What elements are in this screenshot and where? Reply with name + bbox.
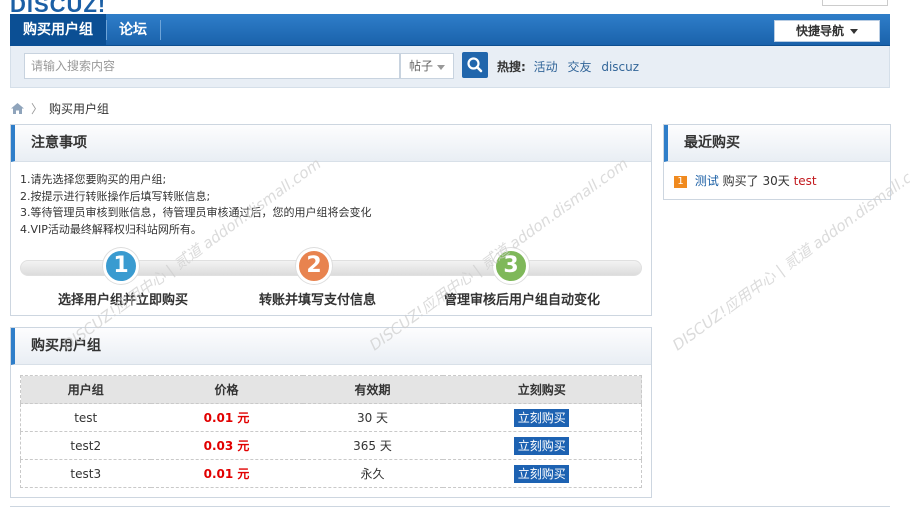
rank-badge: 1 (674, 176, 687, 188)
buy-now-button[interactable]: 立刻购买 (514, 436, 570, 455)
search-type-select[interactable]: 帖子 (400, 53, 454, 79)
group-name: test (20, 403, 151, 432)
column-header: 有效期 (302, 375, 443, 404)
buy-cell: 立刻购买 (442, 431, 642, 460)
recent-purchase-title: 最近购买 (664, 125, 890, 162)
column-header: 立刻购买 (442, 375, 642, 404)
notice-line: 2.按提示进行转账操作后填写转账信息; (20, 189, 211, 203)
notice-line: 1.请先选择您要购买的用户组; (20, 173, 167, 186)
group-period: 永久 (302, 459, 443, 488)
table-row: test 0.01 元 30 天 立刻购买 (20, 403, 642, 432)
group-price: 0.01 元 (150, 403, 303, 432)
step-2-label: 转账并填写支付信息 (259, 293, 377, 308)
step-3-badge: 3 (493, 248, 529, 284)
search-icon (467, 57, 483, 73)
step-1-badge: 1 (103, 248, 139, 284)
hot-search-label: 热搜: (497, 60, 526, 74)
home-icon[interactable] (10, 102, 25, 115)
search-bar: 帖子 热搜: 活动 交友 discuz (10, 46, 890, 88)
notice-title: 注意事项 (11, 125, 651, 162)
hot-link[interactable]: 交友 (567, 60, 591, 74)
top-strip: DISCUZ! (0, 0, 910, 17)
notice-line: 3.等待管理员审核到账信息，待管理员审核通过后，您的用户组将会变化 (20, 206, 372, 219)
column-header: 价格 (150, 375, 303, 404)
group-period: 365 天 (302, 431, 443, 460)
step-1-label: 选择用户组并立即购买 (58, 293, 189, 308)
table-header-row: 用户组 价格 有效期 立刻购买 (20, 375, 642, 404)
recent-list: 1 测试 购买了 30天 test (664, 162, 890, 189)
top-right-control[interactable] (822, 0, 888, 6)
hot-link[interactable]: discuz (601, 60, 639, 74)
group-period: 30 天 (302, 403, 443, 432)
buyer-link[interactable]: 测试 (695, 174, 719, 188)
group-name: test3 (20, 459, 151, 488)
search-input[interactable] (24, 53, 400, 79)
table-row: test2 0.03 元 365 天 立刻购买 (20, 431, 642, 460)
footer-divider (10, 506, 890, 507)
notice-line: 4.VIP活动最终解释权归科站网所有。 (20, 222, 202, 236)
main-navbar: 购买用户组 论坛 快捷导航 (10, 14, 890, 46)
breadcrumb-separator-icon: 〉 (31, 101, 44, 116)
quick-nav-label: 快捷导航 (795, 24, 844, 38)
buy-cell: 立刻购买 (442, 459, 642, 488)
hot-search: 热搜: 活动 交友 discuz (497, 58, 645, 75)
buy-cell: 立刻购买 (442, 403, 642, 432)
chevron-down-icon (437, 65, 445, 70)
breadcrumb-current: 购买用户组 (49, 101, 110, 116)
group-name: test2 (20, 431, 151, 460)
quick-nav-button[interactable]: 快捷导航 (774, 20, 880, 42)
notice-list: 1.请先选择您要购买的用户组; 2.按提示进行转账操作后填写转账信息; 3.等待… (11, 162, 651, 238)
purchase-steps: 1 2 3 选择用户组并立即购买 转账并填写支付信息 管理审核后用户组自动变化 (11, 248, 651, 308)
breadcrumb: 〉 购买用户组 (10, 100, 109, 116)
chevron-down-icon (850, 29, 858, 34)
buy-now-button[interactable]: 立刻购买 (514, 408, 570, 427)
list-item: 1 测试 购买了 30天 test (674, 172, 890, 189)
nav-buy-usergroup[interactable]: 购买用户组 (10, 14, 106, 46)
notice-panel: 注意事项 1.请先选择您要购买的用户组; 2.按提示进行转账操作后填写转账信息;… (10, 124, 652, 316)
search-type-label: 帖子 (409, 59, 434, 73)
search-button[interactable] (462, 52, 488, 78)
buy-now-button[interactable]: 立刻购买 (514, 464, 570, 483)
nav-divider (160, 20, 161, 40)
usergroup-table: 用户组 价格 有效期 立刻购买 test 0.01 元 30 天 立刻购买 te… (20, 375, 642, 488)
step-2-badge: 2 (296, 248, 332, 284)
table-row: test3 0.01 元 永久 立刻购买 (20, 459, 642, 488)
buy-group-title: 购买用户组 (11, 328, 651, 365)
nav-forum[interactable]: 论坛 (107, 14, 159, 46)
group-price: 0.03 元 (150, 431, 303, 460)
group-price: 0.01 元 (150, 459, 303, 488)
column-header: 用户组 (20, 375, 151, 404)
buy-group-panel: 购买用户组 用户组 价格 有效期 立刻购买 test 0.01 元 30 天 立… (10, 327, 652, 498)
group-link[interactable]: test (794, 174, 817, 188)
recent-purchase-panel: 最近购买 1 测试 购买了 30天 test (663, 124, 891, 200)
purchase-text: 购买了 30天 (722, 174, 790, 188)
step-3-label: 管理审核后用户组自动变化 (444, 293, 601, 308)
hot-link[interactable]: 活动 (534, 60, 558, 74)
